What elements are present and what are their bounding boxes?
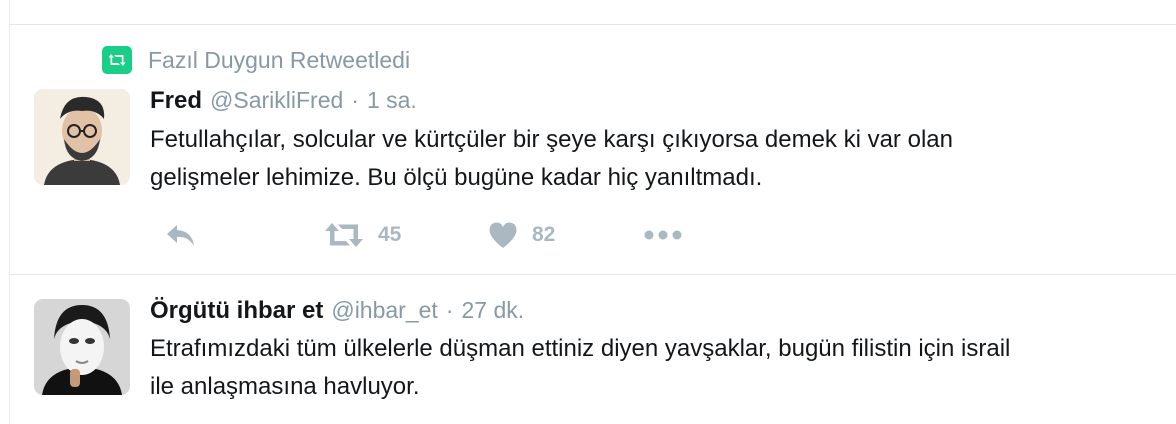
reply-button[interactable] (164, 215, 196, 255)
tweet-fred[interactable]: Fazıl Duygun Retweetledi Fred @SarikliFr… (10, 25, 1176, 274)
more-icon (644, 230, 682, 240)
retweet-context: Fazıl Duygun Retweetledi (102, 43, 410, 77)
avatar-fred[interactable] (34, 89, 130, 185)
retweet-context-label[interactable]: Fazıl Duygun Retweetledi (148, 47, 410, 74)
avatar-ihbar[interactable] (34, 299, 130, 395)
reply-icon (167, 225, 194, 246)
fullname[interactable]: Fred (150, 87, 202, 115)
heart-icon (489, 222, 517, 248)
retweet-button[interactable]: 45 (324, 215, 401, 255)
like-button[interactable]: 82 (488, 215, 555, 255)
retweet-count: 45 (378, 223, 402, 246)
username[interactable]: @ihbar_et (331, 297, 437, 324)
tweet-header: Örgütü ihbar et @ihbar_et · 27 dk. (150, 297, 524, 331)
retweet-badge-icon (102, 46, 132, 74)
retweet-icon (325, 223, 363, 247)
tweet-text: Etrafımızdaki tüm ülkelerle düşman ettin… (150, 335, 1011, 400)
timestamp[interactable]: 27 dk. (461, 297, 524, 324)
tweet-stream: Fazıl Duygun Retweetledi Fred @SarikliFr… (0, 0, 1176, 424)
header-separator: · (351, 87, 359, 113)
fullname[interactable]: Örgütü ihbar et (150, 297, 323, 325)
tweet-header: Fred @SarikliFred · 1 sa. (150, 87, 417, 121)
header-separator: · (445, 297, 454, 323)
tweet-text: Fetullahçılar, solcular ve kürtçüler bir… (150, 126, 953, 191)
like-count: 82 (532, 223, 556, 246)
more-button[interactable] (644, 215, 682, 255)
tweet-actions: 45 82 (150, 215, 710, 255)
timestamp[interactable]: 1 sa. (367, 87, 417, 114)
username[interactable]: @SarikliFred (210, 87, 343, 114)
tweet-ihbar[interactable]: Örgütü ihbar et @ihbar_et · 27 dk. Etraf… (10, 275, 1176, 424)
